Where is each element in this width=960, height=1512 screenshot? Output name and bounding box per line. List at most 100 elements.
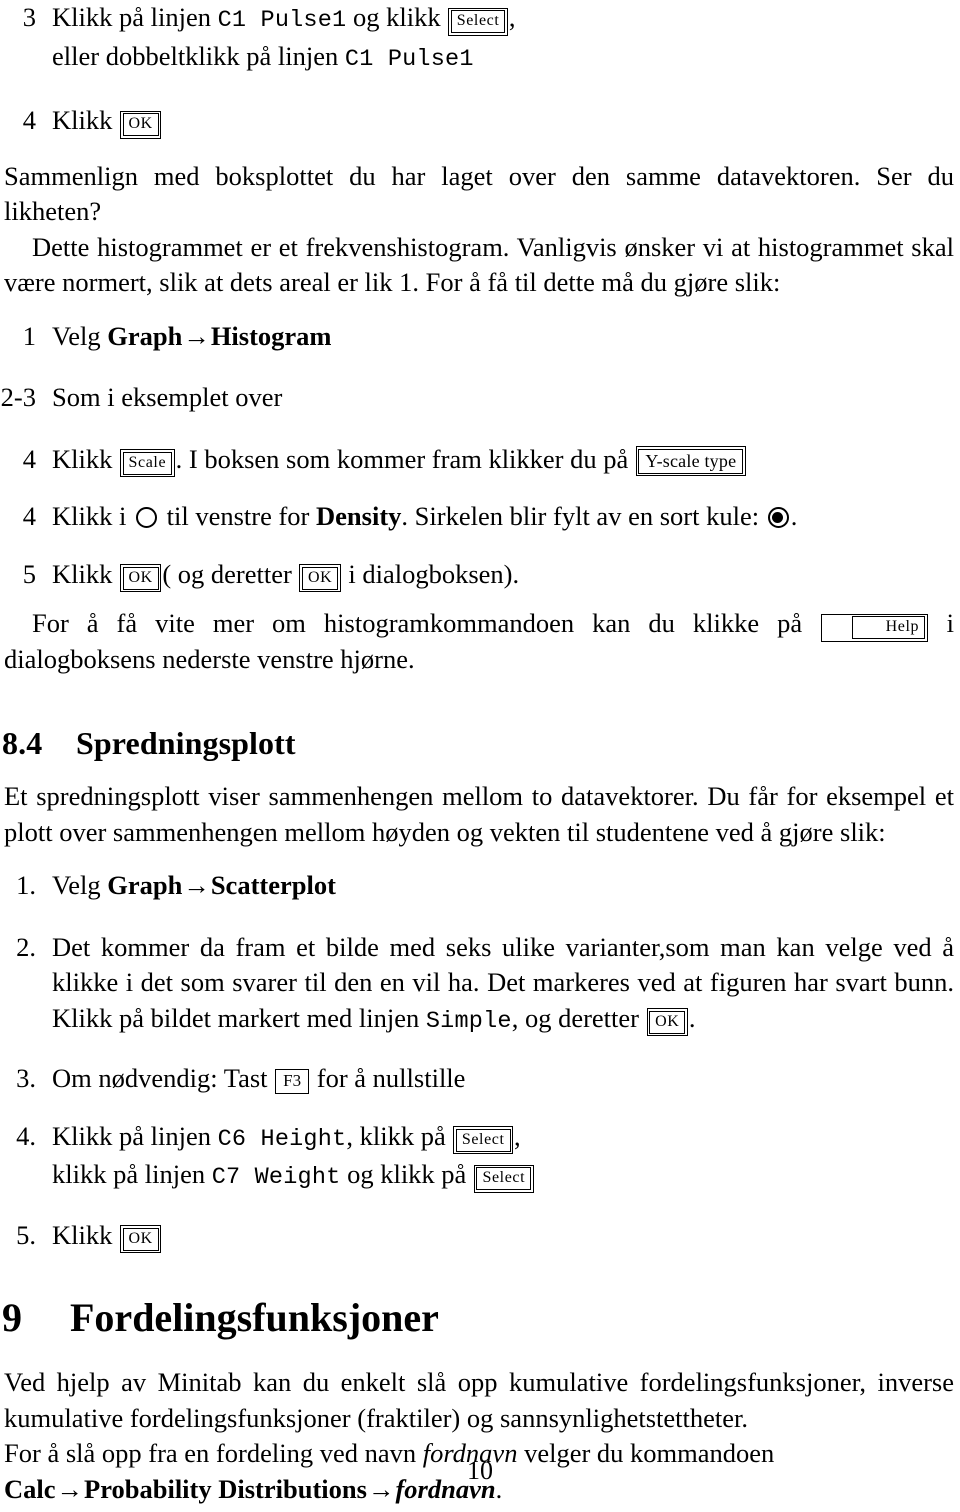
select-button-secondary[interactable]: Select [473,1164,534,1193]
menu-scatterplot: Scatterplot [210,870,336,900]
scatter4-line1-pre: Klikk på linjen [52,1120,218,1151]
scatter3-pre: Om nødvendig: Tast [52,1063,275,1093]
scale-button-label: Scale [122,451,173,475]
list-item-hist-1: 1 Velg Graph→Histogram [0,319,960,355]
radio-filled-icon[interactable] [767,507,789,528]
scatter3-post: for å nullstille [310,1063,466,1093]
menu-graph: Graph [107,320,183,351]
ok-button-label: OK [122,1227,159,1251]
scatter2-text-post: . [688,1002,696,1033]
list-item-scatter-3: 3. Om nødvendig: Tast F3 for å nullstill… [0,1061,960,1097]
density-mid: til venstre for [159,501,316,531]
scatter2-text-mid: , og deretter [511,1002,646,1033]
list-item-scatter-2: 2. Det kommer da fram et bilde med seks … [0,930,960,1040]
step3-line2-pre: eller dobbeltklikk på linjen [52,40,345,71]
list-item-scatter-1: 1. Velg Graph→Scatterplot [0,868,960,904]
paragraph-help-button: For å få vite mer om histogramkommandoen… [0,606,960,677]
f3-key[interactable]: F3 [275,1069,310,1094]
y-scale-type-button[interactable]: Y-scale type [635,446,746,476]
help-text-pre: For å få vite mer om histogramkommandoen… [32,608,821,638]
list-marker: 4. [16,1120,36,1151]
ok-button-label: OK [301,566,339,590]
ok-button[interactable]: OK [120,1225,162,1253]
ok-button[interactable]: OK [120,564,162,592]
menu-histogram: Histogram [210,320,332,351]
ok-button-label: OK [649,1010,686,1034]
select-button[interactable]: Select [453,1126,514,1154]
density-pre: Klikk i [52,501,133,531]
ok-button[interactable]: OK [646,1008,688,1036]
list-item-content: Klikk i til venstre for Density. Sirkele… [52,499,960,535]
paragraph-scatterplot-intro: Et spredningsplott viser sammenhengen me… [4,781,954,847]
ok-button-label: OK [122,113,159,136]
select-button-label: Select [450,10,506,33]
histogram-steps-list: 1 Velg Graph→Histogram 2-3 Som i eksempl… [0,319,960,592]
list-item-content: Klikk på linjen C6 Height, klikk på Sele… [52,1119,960,1196]
hist5-mid: ( og deretter [162,558,299,589]
list-item-hist-4-density: 4 Klikk i til venstre for Density. Sirke… [0,499,960,535]
step4-text-pre: Klikk [52,105,119,135]
scale-button[interactable]: Scale [120,449,175,477]
f3-key-label: F3 [283,1071,302,1090]
list-item-content: Velg Graph→Histogram [52,319,960,355]
arrow-icon: → [183,320,210,351]
list-marker: 2-3 [0,382,36,412]
section-number: 8.4 [2,725,43,761]
variant-name-simple: Simple [425,1007,512,1035]
menu-graph: Graph [107,870,183,900]
hist5-post: i dialogboksen). [341,558,520,589]
list-marker: 1 [22,320,36,351]
help-button-label: Help [851,616,926,639]
list-item-content: Klikk på linjen C1 Pulse1 og klikk Selec… [52,0,960,77]
density-mid2: . Sirkelen blir fylt av en sort kule: [401,501,766,531]
paragraph-frequency-histogram: Dette histogrammet er et frekvenshistogr… [4,231,954,298]
hist1-pre: Velg [52,320,108,351]
column-ref-c6-height: C6 Height [217,1125,347,1153]
scatter4-line1-post: , [514,1120,521,1151]
select-button-label: Select [476,1167,532,1190]
paragraph-chapter9-intro: Ved hjelp av Minitab kan du enkelt slå o… [4,1367,954,1433]
list-item-content: Velg Graph→Scatterplot [52,868,960,904]
list-item-hist-5: 5 Klikk OK( og deretter OK i dialogbokse… [0,557,960,592]
chapter-number: 9 [2,1295,22,1340]
list-item-step-3: 3 Klikk på linjen C1 Pulse1 og klikk Sel… [0,0,960,77]
scatter1-pre: Velg [52,870,108,900]
list-item-content: Om nødvendig: Tast F3 for å nullstille [52,1061,960,1097]
y-scale-type-button-label: Y-scale type [638,448,744,474]
ok-button-secondary[interactable]: OK [299,564,341,592]
step3-text-mid: og klikk [346,2,448,32]
list-item-content: Det kommer da fram et bilde med seks uli… [52,930,960,1040]
list-item-content: Klikk OK [52,103,960,139]
help-button[interactable]: Help [821,613,928,642]
list-marker: 3 [22,2,36,32]
chapter-heading-9: 9 Fordelingsfunksjoner [0,1293,960,1343]
step3-text-pre: Klikk på linjen [52,2,218,32]
ok-button[interactable]: OK [120,110,162,139]
list-item-content: Klikk Scale. I boksen som kommer fram kl… [52,442,960,477]
list-item-hist-4-scale: 4 Klikk Scale. I boksen som kommer fram … [0,442,960,477]
ok-button-label: OK [122,566,159,590]
list-marker: 2. [16,931,36,962]
select-button[interactable]: Select [448,7,508,36]
list-marker: 4 [22,443,36,474]
list-item-content: Klikk OK( og deretter OK i dialogboksen)… [52,557,960,592]
scatterplot-steps-list: 1. Velg Graph→Scatterplot 2. Det kommer … [0,868,960,1253]
density-post: . [790,501,798,531]
list-marker: 3. [16,1063,36,1093]
list-item-content: Som i eksemplet over [52,382,283,412]
list-item-scatter-4: 4. Klikk på linjen C6 Height, klikk på S… [0,1119,960,1196]
paragraph-compare-boxplot: Sammenlign med boksplottet du har laget … [4,160,954,227]
list-item-hist-2-3: 2-3 Som i eksemplet over [0,380,960,416]
column-ref-c7-weight: C7 Weight [211,1164,341,1191]
radio-empty-icon[interactable] [135,507,157,528]
page-number: 10 [467,1456,493,1485]
arrow-icon: → [183,870,210,900]
list-marker: 1. [16,870,36,900]
scatter4-line2-pre: klikk på linjen [52,1159,212,1189]
list-marker: 5 [22,558,36,589]
select-button-label: Select [455,1128,511,1152]
list-item-step-4: 4 Klikk OK [0,103,960,139]
density-option-label: Density [316,501,402,531]
scatter4-line2-mid: og klikk på [340,1159,473,1189]
list-marker: 4 [22,501,36,531]
